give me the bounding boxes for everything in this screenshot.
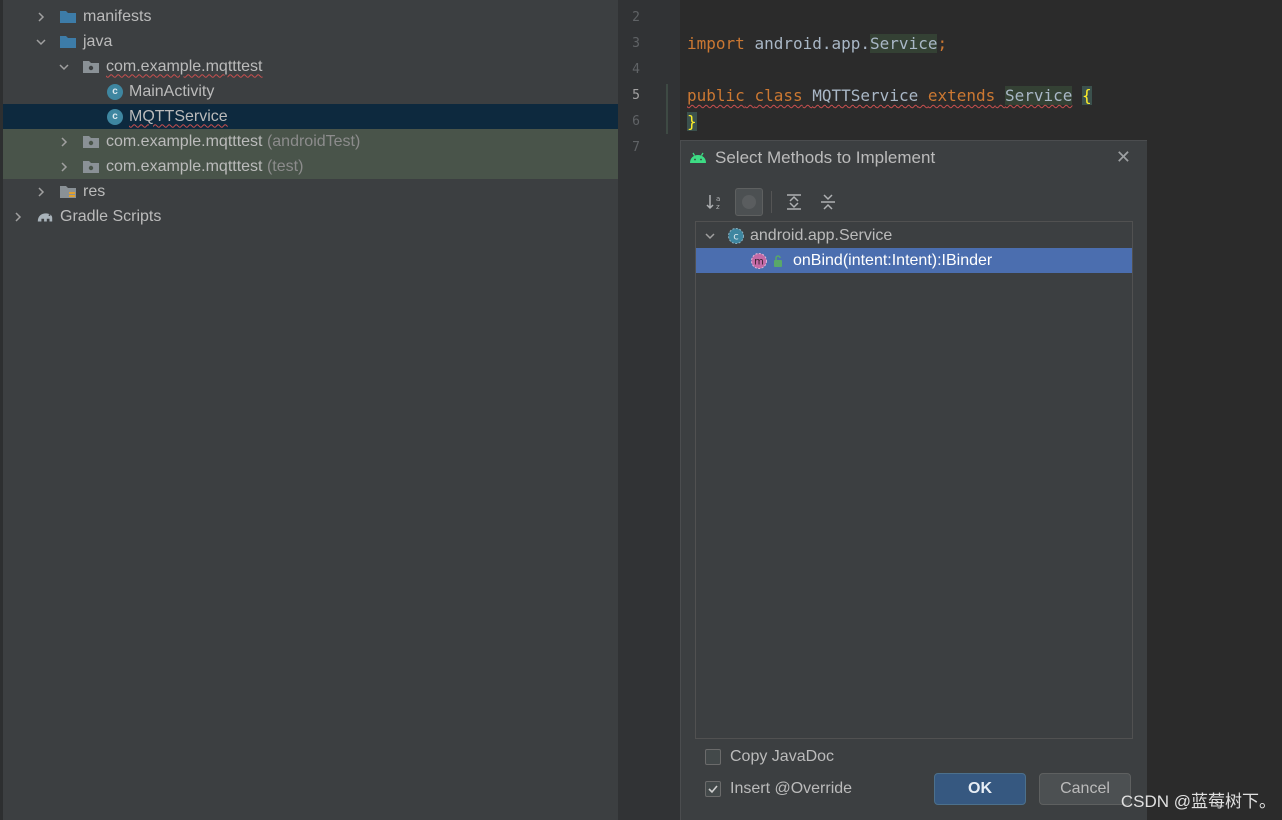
tree-item-package-androidtest[interactable]: com.example.mqtttest (androidTest) — [3, 129, 618, 154]
tree-item-gradle-scripts[interactable]: Gradle Scripts — [3, 204, 618, 229]
tree-node-class[interactable]: c android.app.Service — [696, 223, 1132, 248]
svg-text:m: m — [754, 256, 764, 267]
tree-item-label: com.example.mqtttest — [106, 57, 263, 75]
resource-folder-icon — [59, 183, 77, 201]
ok-button[interactable]: OK — [934, 773, 1026, 805]
code-line-import: import android.app.Service; — [687, 34, 948, 53]
class-icon: c — [106, 83, 124, 101]
tree-item-mainactivity[interactable]: c MainActivity — [3, 79, 618, 104]
line-number: 4 — [632, 62, 640, 77]
tree-item-label: res — [83, 182, 106, 200]
toolbar-separator — [771, 191, 772, 213]
svg-text:a: a — [716, 195, 720, 203]
collapse-all-icon[interactable] — [814, 188, 842, 216]
checkmark-icon — [708, 785, 718, 794]
copy-javadoc-label: Copy JavaDoc — [730, 748, 835, 765]
tree-item-label: MQTTService — [129, 107, 228, 125]
copy-javadoc-checkbox[interactable] — [705, 749, 721, 765]
dialog-toolbar: az — [701, 187, 848, 217]
android-icon — [689, 151, 707, 169]
method-signature: onBind(intent:Intent):IBinder — [793, 251, 993, 269]
tree-item-label: MainActivity — [129, 82, 215, 100]
select-methods-dialog: Select Methods to Implement ✕ az c andro… — [680, 140, 1147, 820]
project-tree-panel: manifests java com.example.mqtttest c Ma… — [0, 0, 618, 820]
line-number-current: 5 — [632, 88, 640, 103]
insert-override-label: Insert @Override — [730, 780, 853, 797]
cancel-button[interactable]: Cancel — [1039, 773, 1131, 805]
show-classes-toggle-icon[interactable] — [735, 188, 763, 216]
chevron-right-icon[interactable] — [58, 136, 70, 148]
tree-item-java[interactable]: java — [3, 29, 618, 54]
chevron-right-icon[interactable] — [35, 186, 47, 198]
dialog-title: Select Methods to Implement — [715, 148, 936, 167]
sort-alphabetically-icon[interactable]: az — [701, 188, 729, 216]
tree-item-mqttservice[interactable]: c MQTTService — [3, 104, 618, 129]
folder-icon — [59, 8, 77, 26]
package-icon — [82, 58, 100, 76]
class-icon: c — [106, 108, 124, 126]
svg-text:c: c — [733, 231, 739, 242]
tree-item-label: java — [83, 32, 113, 50]
gradle-icon — [36, 208, 54, 226]
package-icon — [82, 133, 100, 151]
abstract-class-icon: c — [727, 227, 745, 245]
tree-item-label: com.example.mqtttest (androidTest) — [106, 132, 361, 150]
tree-item-label: Gradle Scripts — [60, 207, 162, 225]
line-number: 6 — [632, 114, 640, 129]
line-number: 2 — [632, 10, 640, 25]
chevron-down-icon[interactable] — [58, 61, 70, 73]
editor-gutter: 2 3 4 5 6 7 — [618, 0, 680, 820]
line-number: 7 — [632, 140, 640, 155]
chevron-right-icon[interactable] — [58, 161, 70, 173]
class-name: android.app.Service — [750, 226, 893, 244]
code-line-class-decl: public class MQTTService extends Service… — [687, 86, 1092, 105]
public-lock-icon — [769, 252, 787, 270]
tree-item-manifests[interactable]: manifests — [3, 4, 618, 29]
chevron-down-icon[interactable] — [704, 230, 716, 242]
code-line-close-brace: } — [687, 112, 697, 131]
chevron-down-icon[interactable] — [35, 36, 47, 48]
insert-override-option[interactable]: Insert @Override — [705, 780, 852, 798]
vcs-change-marker — [666, 84, 668, 134]
tree-item-package-test[interactable]: com.example.mqtttest (test) — [3, 154, 618, 179]
folder-icon — [59, 33, 77, 51]
tree-item-res[interactable]: res — [3, 179, 618, 204]
tree-node-method[interactable]: m onBind(intent:Intent):IBinder — [696, 248, 1132, 273]
chevron-right-icon[interactable] — [12, 211, 24, 223]
package-icon — [82, 158, 100, 176]
close-icon[interactable]: ✕ — [1116, 147, 1131, 168]
method-icon: m — [750, 252, 768, 270]
tree-item-label: manifests — [83, 7, 152, 25]
expand-all-icon[interactable] — [780, 188, 808, 216]
tree-item-package[interactable]: com.example.mqtttest — [3, 54, 618, 79]
chevron-right-icon[interactable] — [35, 11, 47, 23]
svg-text:z: z — [716, 203, 720, 211]
watermark: CSDN @蓝莓树下。 — [1120, 792, 1276, 811]
dialog-title-bar[interactable]: Select Methods to Implement ✕ — [681, 141, 1147, 175]
line-number: 3 — [632, 36, 640, 51]
copy-javadoc-option[interactable]: Copy JavaDoc — [705, 748, 834, 766]
tree-item-label: com.example.mqtttest (test) — [106, 157, 304, 175]
methods-tree[interactable]: c android.app.Service m onBind(intent:In… — [695, 221, 1133, 739]
insert-override-checkbox[interactable] — [705, 781, 721, 797]
